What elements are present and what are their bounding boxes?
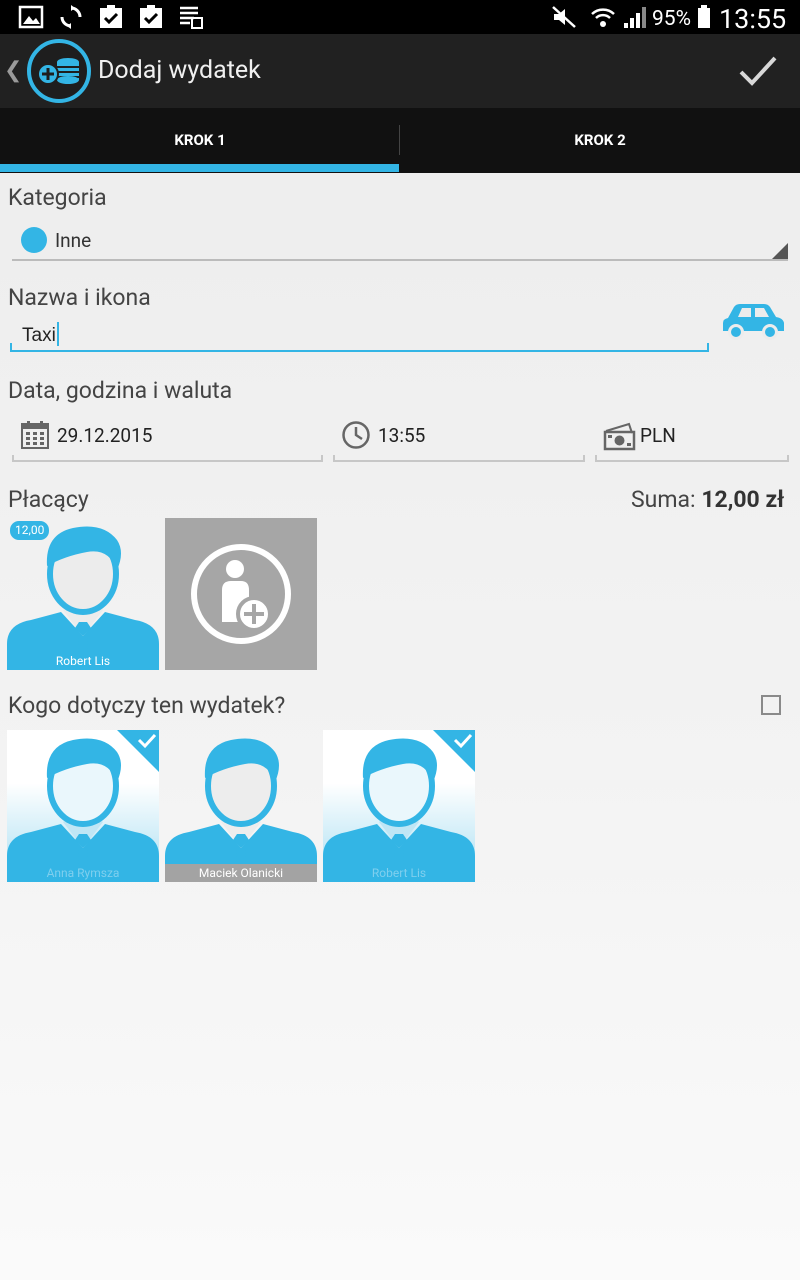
expense-name-input[interactable] xyxy=(12,318,708,354)
input-edge xyxy=(707,343,709,352)
payers-label: Płacący xyxy=(8,486,89,513)
car-icon[interactable] xyxy=(719,301,787,341)
field-edge xyxy=(787,455,789,462)
participant-name: Maciek Olanicki xyxy=(165,864,317,882)
participants-label: Kogo dotyczy ten wydatek? xyxy=(8,692,286,719)
time-value: 13:55 xyxy=(378,424,426,447)
participant-tile[interactable]: Anna Rymsza xyxy=(7,730,159,882)
signal-icon xyxy=(624,7,646,28)
person-avatar-icon xyxy=(165,738,317,882)
participant-tile[interactable]: Maciek Olanicki xyxy=(165,730,317,882)
money-icon xyxy=(603,422,636,451)
name-label: Nazwa i ikona xyxy=(8,284,151,311)
sum-value: 12,00 zł xyxy=(701,486,785,513)
task-check-icon xyxy=(100,5,122,28)
sum-label: Suma: xyxy=(631,486,696,513)
clock-icon xyxy=(342,421,370,449)
currency-underline xyxy=(595,460,789,462)
tab-step-2[interactable]: KROK 2 xyxy=(400,108,800,173)
spinner-arrow-icon xyxy=(772,243,788,259)
datetime-label: Data, godzina i waluta xyxy=(8,377,233,404)
back-chevron-icon[interactable]: ❮ xyxy=(4,58,22,83)
select-all-checkbox[interactable] xyxy=(761,695,781,715)
payer-amount-badge: 12,00 xyxy=(10,521,50,540)
battery-icon xyxy=(698,5,710,28)
date-value: 29.12.2015 xyxy=(57,424,153,447)
text-caret xyxy=(57,322,59,346)
mute-icon xyxy=(552,6,576,28)
add-payer-button[interactable] xyxy=(165,518,317,670)
battery-percent: 95% xyxy=(652,7,691,31)
wifi-icon xyxy=(591,8,615,27)
action-bar: ❮ Dodaj wydatek xyxy=(0,34,800,108)
add-person-icon xyxy=(191,544,291,644)
category-value: Inne xyxy=(55,229,92,252)
tab-indicator xyxy=(0,164,399,172)
date-underline xyxy=(12,460,323,462)
gallery-icon xyxy=(18,5,44,29)
participant-tile[interactable]: Robert Lis xyxy=(323,730,475,882)
field-edge xyxy=(321,455,323,462)
spinner-underline xyxy=(12,259,788,261)
person-avatar-icon xyxy=(323,730,475,882)
notes-icon xyxy=(180,6,203,29)
confirm-check-icon[interactable] xyxy=(738,52,778,90)
sync-icon xyxy=(60,5,82,29)
status-clock: 13:55 xyxy=(719,3,787,35)
payer-name: Robert Lis xyxy=(7,652,159,670)
person-avatar-icon xyxy=(7,526,159,670)
currency-value: PLN xyxy=(640,424,676,447)
status-bar: 95% 13:55 xyxy=(0,0,800,35)
participant-name: Robert Lis xyxy=(323,864,475,882)
calendar-icon xyxy=(21,421,49,449)
field-edge xyxy=(583,455,585,462)
input-underline xyxy=(10,350,709,352)
category-color-dot xyxy=(21,227,47,253)
participant-name: Anna Rymsza xyxy=(7,864,159,882)
page-title: Dodaj wydatek xyxy=(98,56,261,85)
person-avatar-icon xyxy=(7,730,159,882)
task-check-icon xyxy=(140,5,162,28)
payer-tile[interactable]: Robert Lis xyxy=(7,518,159,670)
sum-display: Suma: 12,00 zł xyxy=(631,486,784,513)
category-label: Kategoria xyxy=(8,184,107,211)
app-logo-coins-icon[interactable] xyxy=(26,38,92,104)
time-underline xyxy=(333,460,585,462)
